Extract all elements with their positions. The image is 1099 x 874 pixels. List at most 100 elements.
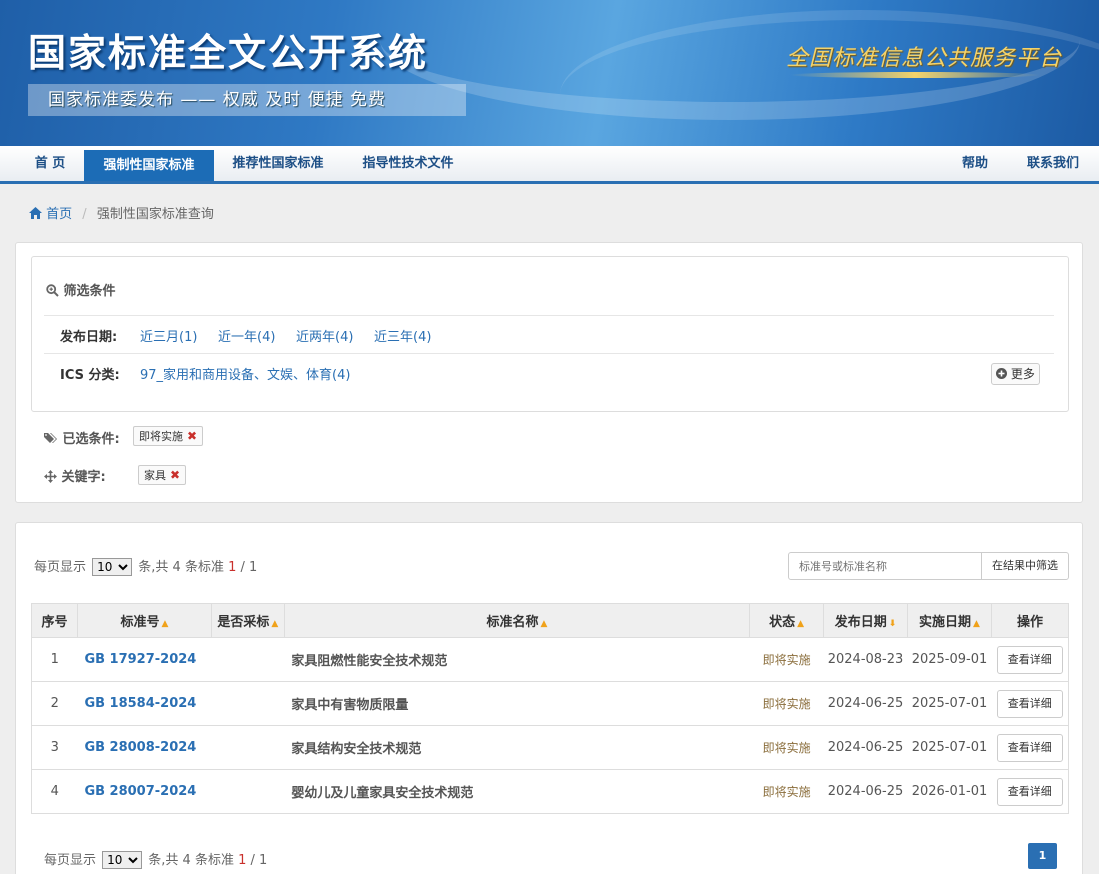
more-button[interactable]: 更多 [991,363,1040,385]
ics-option-97[interactable]: 97_家用和商用设备、文娱、体育(4) [140,364,350,383]
cell-name[interactable]: 家具结构安全技术规范 [284,725,750,770]
filter-panel: 筛选条件 发布日期: 近三月(1) 近一年(4) 近两年(4) 近三年(4) I… [15,242,1083,503]
result-search-input[interactable] [788,552,982,580]
sort-up-icon: ▲ [271,619,279,629]
cell-adopt [211,769,285,814]
filter-heading: 筛选条件 [46,280,116,299]
nav-help[interactable]: 帮助 [950,146,1000,181]
cell-publish-date: 2024-06-25 [823,725,908,770]
col-implement-date[interactable]: 实施日期 ▲ [907,603,992,638]
view-detail-button[interactable]: 查看详细 [996,777,1063,806]
table-header: 序号 标准号 ▲ 是否采标 ▲ 标准名称 ▲ 状态 ▲ 发布日期 ⬇ 实施日期 ▲ 操作 [31,603,1070,638]
cell-code[interactable]: GB 28007-2024 [77,769,212,814]
sort-down-icon: ⬇ [888,619,897,629]
sort-up-icon: ▲ [797,619,805,629]
date-option-3-months[interactable]: 近三月(1) [140,326,197,345]
cell-action: 查看详细 [991,637,1070,682]
cell-implement-date: 2025-07-01 [907,725,992,770]
col-no: 序号 [31,603,78,638]
cell-action: 查看详细 [991,769,1070,814]
main-nav: 首 页 强制性国家标准 推荐性国家标准 指导性技术文件 帮助 联系我们 [0,146,1099,184]
sort-up-icon: ▲ [973,619,980,629]
home-icon [29,207,42,219]
sort-up-icon: ▲ [161,619,169,629]
cell-code[interactable]: GB 28008-2024 [77,725,212,770]
cell-adopt [211,637,285,682]
keyword-tag[interactable]: 家具 ✖ [138,465,187,485]
table-row: 2 GB 18584-2024 家具中有害物质限量 即将实施 2024-06-2… [31,681,1070,726]
cell-code[interactable]: GB 18584-2024 [77,681,212,726]
cell-adopt [211,681,285,726]
date-option-1-year[interactable]: 近一年(4) [218,326,275,345]
nav-mandatory-standards[interactable]: 强制性国家标准 [84,150,214,181]
keyword-condition: 关键字: [44,466,106,485]
result-count: 条,共 4 条标准 [138,560,224,575]
col-publish-date[interactable]: 发布日期 ⬇ [823,603,908,638]
cell-no: 2 [31,681,78,726]
site-banner: 国家标准全文公开系统 国家标准委发布 —— 权威 及时 便捷 免费 全国标准信息… [0,0,1099,146]
nav-contact[interactable]: 联系我们 [1018,146,1088,181]
date-filter-label: 发布日期: [60,330,118,345]
selected-conditions: 已选条件: [44,428,120,447]
more-button-label: 更多 [1010,367,1035,381]
site-subtitle: 国家标准委发布 —— 权威 及时 便捷 免费 [28,84,466,116]
date-option-2-years[interactable]: 近两年(4) [296,326,353,345]
breadcrumb-current: 强制性国家标准查询 [96,207,214,222]
cell-name[interactable]: 家具中有害物质限量 [284,681,750,726]
breadcrumb-home[interactable]: 首页 [46,207,72,222]
col-adopt[interactable]: 是否采标 ▲ [210,603,285,638]
page-current: 1 [238,853,247,868]
per-page-bottom: 每页显示 10 条,共 4 条标准 1 / 1 [44,849,267,869]
filter-row-ics: ICS 分类: 97_家用和商用设备、文娱、体育(4) [44,353,1054,391]
per-page-select[interactable]: 10 [92,558,133,576]
selected-tag-label: 即将实施 [139,430,183,443]
remove-keyword-icon[interactable]: ✖ [170,468,180,482]
cell-status: 即将实施 [749,725,824,770]
cell-status: 即将实施 [749,637,824,682]
col-action: 操作 [990,603,1070,638]
results-panel: 每页显示 10 条,共 4 条标准 1 / 1 在结果中筛选 序号 标准号▲ 是… [15,522,1083,874]
per-page-prefix: 每页显示 [44,853,97,868]
date-option-3-years[interactable]: 近三年(4) [374,326,431,345]
cell-status: 即将实施 [749,769,824,814]
cell-name[interactable]: 婴幼儿及儿童家具安全技术规范 [284,769,750,814]
cell-implement-date: 2026-01-01 [907,769,992,814]
nav-recommended-standards[interactable]: 推荐性国家标准 [220,146,336,181]
col-name[interactable]: 标准名称 ▲ [283,603,751,638]
nav-home[interactable]: 首 页 [18,146,82,181]
cell-code[interactable]: GB 17927-2024 [77,637,212,682]
table-row: 3 GB 28008-2024 家具结构安全技术规范 即将实施 2024-06-… [31,725,1070,770]
pagination-page-1[interactable]: 1 [1028,843,1057,869]
per-page-prefix: 每页显示 [34,560,87,575]
view-detail-button[interactable]: 查看详细 [996,689,1063,718]
cell-no: 1 [31,637,78,682]
cell-name[interactable]: 家具阻燃性能安全技术规范 [284,637,750,682]
cell-adopt [211,725,285,770]
cell-implement-date: 2025-09-01 [907,637,992,682]
filter-title: 筛选条件 [63,284,116,299]
filter-in-results-button[interactable]: 在结果中筛选 [981,552,1069,580]
remove-tag-icon[interactable]: ✖ [187,429,197,443]
move-icon [44,470,57,483]
per-page-top: 每页显示 10 条,共 4 条标准 1 / 1 [34,556,257,576]
col-status[interactable]: 状态 ▲ [749,603,825,638]
view-detail-button[interactable]: 查看详细 [996,645,1063,674]
cell-action: 查看详细 [991,681,1070,726]
cell-implement-date: 2025-07-01 [907,681,992,726]
plus-circle-icon [996,368,1008,379]
results-table: 序号 标准号 ▲ 是否采标 ▲ 标准名称 ▲ 状态 ▲ 发布日期 ⬇ 实施日期 ▲ 操作 1… [31,603,1070,814]
nav-guidance-documents[interactable]: 指导性技术文件 [350,146,466,181]
selected-tag[interactable]: 即将实施 ✖ [133,426,204,446]
tags-icon [44,433,57,443]
col-code[interactable]: 标准号 ▲ [76,603,212,638]
per-page-select[interactable]: 10 [102,851,143,869]
page-current: 1 [228,560,237,575]
page-total: / 1 [240,560,258,575]
cell-action: 查看详细 [991,725,1070,770]
view-detail-button[interactable]: 查看详细 [996,733,1063,762]
table-row: 1 GB 17927-2024 家具阻燃性能安全技术规范 即将实施 2024-0… [31,637,1070,682]
breadcrumb: 首页 / 强制性国家标准查询 [29,203,214,222]
page-total: / 1 [250,853,268,868]
keyword-label: 关键字: [61,470,106,485]
filter-box: 筛选条件 发布日期: 近三月(1) 近一年(4) 近两年(4) 近三年(4) I… [31,256,1069,412]
